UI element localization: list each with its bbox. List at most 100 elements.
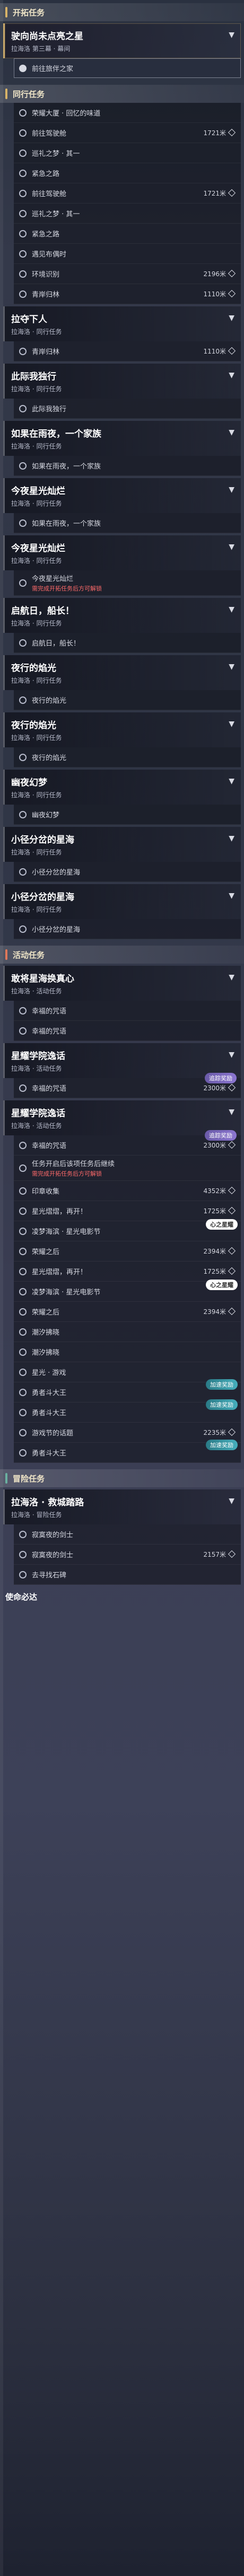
step-dot-icon (19, 1428, 27, 1436)
step-label: 启航日，船长！ (32, 640, 81, 648)
quest-card[interactable]: 驶向尚未点亮之星 拉海洛 第三幕 · 幕间 ▼ (3, 23, 241, 58)
step-dot-icon (19, 404, 27, 412)
quest-step[interactable]: 荣耀大厦 · 回忆的味道 (14, 103, 241, 123)
step-label: 游戏节的话题 (32, 1430, 74, 1437)
quest-card[interactable]: 星耀学院逸话 拉海洛 · 活动任务 ▼ (3, 1100, 241, 1135)
quest-step[interactable]: 巡礼之梦 · 其一 (14, 204, 241, 224)
quest-card[interactable]: 幽夜幻梦 拉海洛 · 同行任务 ▼ (3, 770, 241, 805)
step-dot-icon (19, 1530, 27, 1538)
quest-step[interactable]: 勇者斗大王 加速奖励 (14, 1379, 241, 1402)
waypoint-icon (228, 1186, 236, 1195)
speedup-reward-badge: 加速奖励 (206, 1399, 238, 1410)
distance-value: 1110米 (203, 348, 226, 355)
step-label: 荣耀之后 (32, 1309, 60, 1317)
step-label: 今夜星光灿烂 需完成开拓任务后方可解锁 (32, 573, 102, 593)
tracking-reward-badge: 追踪奖励 (205, 1130, 237, 1141)
quest-card[interactable]: 夜行的焰光 拉海洛 · 同行任务 ▼ (3, 655, 241, 690)
step-label: 星光熠熠，再开！ (32, 1208, 88, 1216)
quest-card[interactable]: 拉夺下人 拉海洛 · 同行任务 ▼ (3, 306, 241, 341)
quest-card[interactable]: 启航日，船长！ 拉海洛 · 同行任务 ▼ (3, 598, 241, 633)
step-label-text: 任务开启后该项任务后继续 (32, 1160, 115, 1168)
quest-step[interactable]: 环境识别 2196米 (14, 264, 241, 284)
quest-step[interactable]: 今夜星光灿烂 需完成开拓任务后方可解锁 (14, 570, 241, 596)
quest-step[interactable]: 潮汐拂晓 (14, 1342, 241, 1362)
quest-step[interactable]: 潮汐拂晓 (14, 1322, 241, 1342)
quest-step[interactable]: 夜行的焰光 (14, 747, 241, 767)
quest-step[interactable]: 启航日，船长！ (14, 633, 241, 653)
quest-step[interactable]: 星光熠熠，再开！ 1725米 (14, 1261, 241, 1282)
quest-step[interactable]: 星光 · 游戏 (14, 1362, 241, 1382)
quest-card[interactable]: 今夜星光灿烂 拉海洛 · 同行任务 ▼ (3, 535, 241, 570)
quest-step[interactable]: 寂寞夜的剑士 (14, 1524, 241, 1545)
quest-card[interactable]: 夜行的焰光 拉海洛 · 同行任务 ▼ (3, 712, 241, 747)
quest-step[interactable]: 凌梦海滨 · 星光电影节 心之星耀 (14, 1280, 241, 1302)
waypoint-icon (228, 289, 236, 298)
quest-card[interactable]: 此际我独行 拉海洛 · 同行任务 ▼ (3, 364, 241, 399)
quest-step[interactable]: 幽夜幻梦 (14, 805, 241, 825)
quest-step[interactable]: 幸福的咒语 2300米 追踪奖励 (14, 1073, 241, 1098)
quest-card[interactable]: 拉海洛 · 救城踏路 拉海洛 · 冒险任务 ▼ (3, 1489, 241, 1524)
quest-step[interactable]: 青岸归林 1110米 (14, 284, 241, 304)
step-dot-icon (19, 1348, 27, 1356)
step-label: 小径分岔的星海 (32, 869, 81, 877)
heart-star-badge: 心之星耀 (206, 1280, 238, 1290)
quest-step[interactable]: 如果在雨夜，一个家族 (14, 513, 241, 533)
quest-step[interactable]: 前往旅伴之家 (14, 58, 241, 78)
quest-subtitle: 拉海洛 · 活动任务 (11, 1065, 62, 1072)
quest-title: 幽夜幻梦 (11, 778, 47, 788)
quest-step[interactable]: 星光熠熠，再开！ 1725米 (14, 1201, 241, 1221)
section-event[interactable]: 活动任务 (0, 946, 244, 964)
quest-step[interactable]: 幸福的咒语 (14, 1021, 241, 1041)
quest-card[interactable]: 小径分岔的星海 拉海洛 · 同行任务 ▼ (3, 884, 241, 919)
section-bar (5, 7, 7, 17)
step-label: 勇者斗大王 (32, 1409, 67, 1417)
quest-title[interactable]: 使命必达 (5, 1591, 244, 1602)
distance-value: 4352米 (203, 1187, 226, 1195)
quest-step[interactable]: 幸福的咒语 2300米 追踪奖励 (14, 1130, 241, 1155)
section-adventure[interactable]: 冒险任务 (0, 1469, 244, 1487)
step-dot-icon (19, 129, 27, 137)
step-distance: 2394米 (203, 1247, 236, 1256)
step-label: 夜行的焰光 (32, 697, 67, 705)
quest-step[interactable]: 紧急之路 (14, 224, 241, 244)
quest-step[interactable]: 前往驾驶舱 1721米 (14, 123, 241, 143)
quest-step[interactable]: 小径分岔的星海 (14, 862, 241, 882)
quest-step[interactable]: 荣耀之后 2394米 (14, 1241, 241, 1261)
quest-step[interactable]: 去寻找石碑 (14, 1565, 241, 1585)
chevron-down-icon: ▼ (229, 31, 234, 39)
quest-step[interactable]: 紧急之路 (14, 163, 241, 183)
section-companion[interactable]: 同行任务 (0, 85, 244, 103)
quest-step[interactable]: 小径分岔的星海 (14, 919, 241, 939)
quest-step[interactable]: 夜行的焰光 (14, 690, 241, 710)
quest-step[interactable]: 前往驾驶舱 1721米 (14, 183, 241, 204)
quest-card[interactable]: 星耀学院逸话 拉海洛 · 活动任务 ▼ (3, 1043, 241, 1078)
quest-subtitle: 拉海洛 第三幕 · 幕间 (11, 45, 71, 52)
quest-step[interactable]: 青岸归林 1110米 (14, 341, 241, 361)
step-dot-icon (19, 1408, 27, 1416)
section-title: 活动任务 (13, 950, 45, 960)
step-dot-icon (19, 1007, 27, 1014)
quest-card[interactable]: 小径分岔的星海 拉海洛 · 同行任务 ▼ (3, 827, 241, 862)
quest-step[interactable]: 如果在雨夜，一个家族 (14, 456, 241, 476)
quest-step[interactable]: 印章收集 4352米 (14, 1181, 241, 1201)
quest-card[interactable]: 如果在雨夜，一个家族 拉海洛 · 同行任务 ▼ (3, 421, 241, 456)
quest-step[interactable]: 勇者斗大王 加速奖励 (14, 1440, 241, 1463)
quest-step[interactable]: 勇者斗大王 加速奖励 (14, 1399, 241, 1423)
quest-card[interactable]: 今夜星光灿烂 拉海洛 · 同行任务 ▼ (3, 478, 241, 513)
step-distance: 2300米 (203, 1141, 236, 1150)
step-label: 此际我独行 (32, 405, 67, 413)
quest-step[interactable]: 遇见布偶时 (14, 244, 241, 264)
quest-step[interactable]: 游戏节的话题 2235米 (14, 1423, 241, 1443)
step-distance: 1721米 (203, 128, 236, 137)
quest-card[interactable]: 敢将星海换真心 拉海洛 · 活动任务 ▼ (3, 966, 241, 1001)
quest-step[interactable]: 寂寞夜的剑士 2157米 (14, 1545, 241, 1565)
quest-step[interactable]: 此际我独行 (14, 399, 241, 419)
quest-step[interactable]: 任务开启后该项任务后继续 需完成开拓任务后方可解锁 (14, 1155, 241, 1181)
speedup-reward-badge: 加速奖励 (206, 1379, 238, 1390)
step-label: 环境识别 (32, 271, 60, 279)
quest-step[interactable]: 幸福的咒语 (14, 1001, 241, 1021)
quest-step[interactable]: 巡礼之梦 · 其一 (14, 143, 241, 163)
quest-step[interactable]: 荣耀之后 2394米 (14, 1302, 241, 1322)
section-trailblaze[interactable]: 开拓任务 (0, 3, 244, 21)
quest-step[interactable]: 凌梦海滨 · 星光电影节 心之星耀 (14, 1219, 241, 1241)
